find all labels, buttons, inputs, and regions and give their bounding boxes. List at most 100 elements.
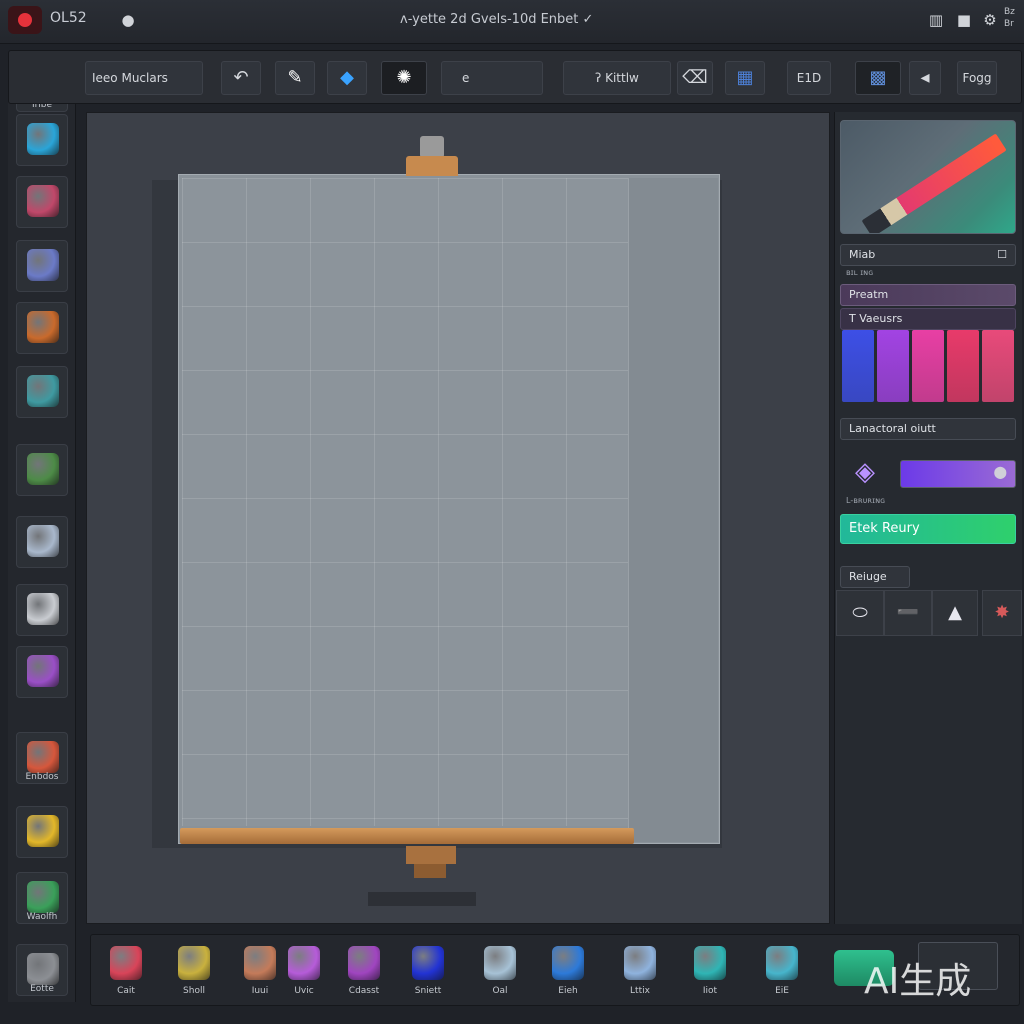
dock-item[interactable]: Cdasst xyxy=(334,940,394,1002)
dock-item-label: Eieh xyxy=(558,986,578,996)
color-swatch[interactable] xyxy=(842,330,874,402)
fabric-icon xyxy=(110,946,142,980)
dock-item[interactable]: EiE xyxy=(752,940,812,1002)
gradient-sub: L-ʙʀᴜʀɪɴɢ xyxy=(846,496,886,505)
eraser-icon[interactable]: ⌫ xyxy=(677,61,713,95)
stroke-icon[interactable]: ➖ xyxy=(884,590,932,636)
board-side xyxy=(628,178,718,842)
figure-icon xyxy=(244,946,276,980)
crate-icon xyxy=(27,311,59,343)
brush-set-icon xyxy=(27,953,59,985)
flower-icon xyxy=(27,655,59,687)
toolbar: Ieeo Muclars ↶ ✎ ◆ ✺ e ʔ Kittlw ⌫ ▦ E1D … xyxy=(8,50,1022,104)
color-swatch[interactable] xyxy=(912,330,944,402)
splatter-icon[interactable]: ✺ xyxy=(381,61,427,95)
record-icon[interactable] xyxy=(8,6,42,34)
preset-row[interactable]: Preatm xyxy=(840,284,1016,306)
zoom-field[interactable]: E1D xyxy=(787,61,831,95)
rail-tool-9[interactable] xyxy=(16,646,68,698)
rail-tool-4[interactable] xyxy=(16,302,68,354)
dock-item[interactable]: Iiot xyxy=(680,940,740,1002)
rail-tool-label: Waolfh xyxy=(26,912,58,922)
splat-icon[interactable]: ✸ xyxy=(982,590,1022,636)
cube-icon xyxy=(288,946,320,980)
frame-icon xyxy=(624,946,656,980)
dock-item[interactable]: Cait xyxy=(96,940,156,1002)
brush-name-field[interactable]: Ieeo Muclars xyxy=(85,61,203,95)
dock-item-label: Oal xyxy=(492,986,508,996)
box-icon xyxy=(348,946,380,980)
sphere-icon xyxy=(27,815,59,847)
marker-icon xyxy=(27,185,59,217)
rail-tool-1[interactable] xyxy=(16,114,68,166)
mountain-icon xyxy=(766,946,798,980)
canvas-slot xyxy=(368,892,476,906)
rail-tool-8[interactable] xyxy=(16,584,68,636)
nib-icon[interactable]: ▲ xyxy=(932,590,978,636)
checkbox-icon[interactable]: ☐ xyxy=(997,245,1007,265)
fill-icon[interactable]: ◆ xyxy=(327,61,367,95)
picker-icon[interactable]: ⬤ xyxy=(994,465,1007,479)
color-swatch[interactable] xyxy=(877,330,909,402)
grid-icon[interactable]: ▥ xyxy=(926,10,946,30)
canvas-grid[interactable] xyxy=(182,178,628,826)
color-mode-row[interactable]: Lanactoral oiutt xyxy=(840,418,1016,440)
rail-tool-7[interactable] xyxy=(16,516,68,568)
watermark: AI生成 xyxy=(864,961,972,1002)
dock-item[interactable]: Eieh xyxy=(538,940,598,1002)
shell-icon xyxy=(178,946,210,980)
mask-sub: ʙɪʟ ɪɴɢ xyxy=(846,268,874,277)
pen-icon xyxy=(27,249,59,281)
dock-item-label: Lttix xyxy=(630,986,650,996)
brush-ready-button[interactable]: Etek Reury xyxy=(840,514,1016,544)
right-toggle[interactable]: Fogg xyxy=(957,61,997,95)
dock-item[interactable]: Sniett xyxy=(398,940,458,1002)
undo-icon[interactable]: ↶ xyxy=(221,61,261,95)
rail-tool-2[interactable] xyxy=(16,176,68,228)
rail-tool-6[interactable] xyxy=(16,444,68,496)
rail-tool-5[interactable] xyxy=(16,366,68,418)
search-field-2[interactable]: ʔ Kittlw xyxy=(563,61,671,95)
chat-icon xyxy=(27,525,59,557)
rail-tool-3[interactable] xyxy=(16,240,68,292)
rail-tool-label: Eotte xyxy=(30,984,54,994)
brush-icon[interactable]: ✎ xyxy=(275,61,315,95)
eraser-icon[interactable]: ⬭ xyxy=(836,590,884,636)
dock-item-label: EiE xyxy=(775,986,789,996)
jar-icon xyxy=(694,946,726,980)
settings-icon[interactable]: ⚙ xyxy=(980,10,1000,30)
texture-icon[interactable]: ▩ xyxy=(855,61,901,95)
dock-item[interactable]: Sholl xyxy=(164,940,224,1002)
diamond-icon[interactable]: ◈ xyxy=(842,452,888,492)
easel-ledge xyxy=(180,828,634,844)
mask-row[interactable]: Miab ☐ xyxy=(840,244,1016,266)
bucket-icon xyxy=(27,123,59,155)
mask-label: Miab xyxy=(849,248,876,261)
reset-button[interactable]: Reiuge xyxy=(840,566,910,588)
search-field[interactable]: e xyxy=(441,61,543,95)
arrow-icon[interactable]: ◂ xyxy=(909,61,941,95)
rail-tool-11[interactable] xyxy=(16,806,68,858)
dock-item[interactable]: Uvic xyxy=(274,940,334,1002)
layers-icon[interactable]: ▦ xyxy=(725,61,765,95)
gradient-slider[interactable]: ⬤ xyxy=(900,460,1016,488)
variants-row[interactable]: T Vaeusrs xyxy=(840,308,1016,330)
orb-icon xyxy=(27,881,59,913)
house-icon xyxy=(484,946,516,980)
status-icon: ● xyxy=(121,11,135,29)
color-swatch[interactable] xyxy=(982,330,1014,402)
flag-icon xyxy=(552,946,584,980)
tray-text: Bz Br xyxy=(1004,7,1015,29)
mosaic-icon xyxy=(27,453,59,485)
easel-leg xyxy=(406,846,456,864)
color-swatch[interactable] xyxy=(947,330,979,402)
palette-icon xyxy=(27,741,59,773)
dock-item[interactable]: Oal xyxy=(470,940,530,1002)
easel-foot xyxy=(414,864,446,878)
dock-item-label: Cait xyxy=(117,986,135,996)
rail-tool-label: Enbdos xyxy=(25,772,59,782)
board-clip xyxy=(406,156,458,176)
document-title: ʌ-yette 2d Gvels-10d Enbet ✓ xyxy=(400,12,594,27)
square-icon[interactable]: ■ xyxy=(954,10,974,30)
dock-item[interactable]: Lttix xyxy=(610,940,670,1002)
